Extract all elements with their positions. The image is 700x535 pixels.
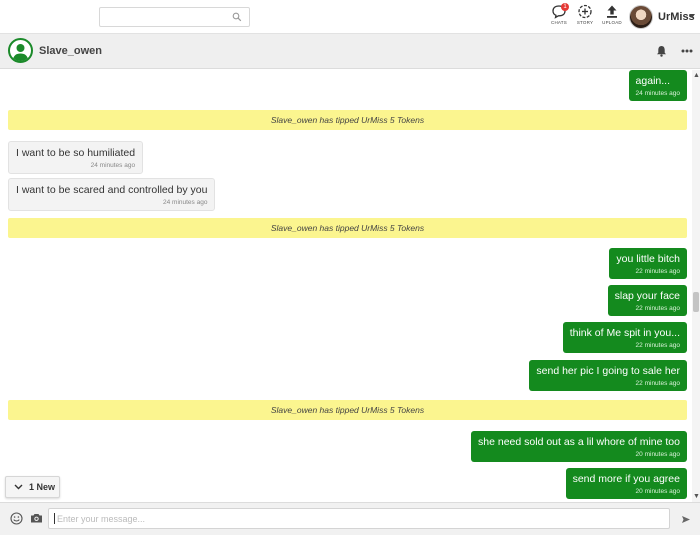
- search-input[interactable]: [100, 9, 225, 28]
- nav-upload-label: UPLOAD: [602, 20, 622, 25]
- message-outgoing[interactable]: slap your face 22 minutes ago: [607, 285, 687, 316]
- profile-menu-caret-icon[interactable]: [689, 14, 695, 18]
- more-options-icon[interactable]: [681, 49, 693, 53]
- message-outgoing[interactable]: send more if you agree 20 minutes ago: [565, 468, 687, 499]
- message-text: send her pic I going to sale her: [536, 365, 680, 377]
- message-time: 22 minutes ago: [635, 342, 680, 349]
- nav-chats-label: CHATS: [551, 20, 567, 25]
- message-time: 22 minutes ago: [635, 268, 680, 275]
- message-text: think of Me spit in you...: [569, 327, 680, 339]
- conversation-header: Slave_owen: [0, 34, 700, 69]
- top-nav-bar: 1 CHATS STORY UPLOAD UrMiss: [0, 0, 700, 34]
- bell-icon[interactable]: [656, 45, 667, 57]
- tip-notification: Slave_owen has tipped UrMiss 5 Tokens: [8, 400, 687, 420]
- scrollbar-thumb[interactable]: [693, 292, 699, 312]
- message-incoming[interactable]: I want to be so humiliated 24 minutes ag…: [8, 141, 144, 174]
- chevron-down-icon: [14, 484, 23, 490]
- message-text: you little bitch: [616, 253, 680, 265]
- message-text: again...: [635, 75, 670, 87]
- message-input[interactable]: [48, 508, 670, 529]
- send-icon[interactable]: [681, 515, 691, 524]
- message-text: she need sold out as a lil whore of mine…: [478, 436, 680, 448]
- message-text: send more if you agree: [572, 473, 680, 485]
- nav-story-label: STORY: [576, 20, 594, 25]
- message-text: slap your face: [614, 290, 680, 302]
- message-time: 20 minutes ago: [635, 451, 680, 458]
- new-messages-label: 1 New: [29, 482, 56, 492]
- scroll-up-icon[interactable]: ▲: [693, 72, 700, 79]
- message-time: 22 minutes ago: [635, 380, 680, 387]
- message-text: I want to be so humiliated: [16, 147, 136, 159]
- chats-unread-badge: 1: [561, 3, 569, 11]
- message-time: 24 minutes ago: [635, 90, 680, 97]
- message-outgoing[interactable]: again... 24 minutes ago: [628, 70, 687, 101]
- message-outgoing[interactable]: she need sold out as a lil whore of mine…: [471, 431, 687, 462]
- search-box[interactable]: [99, 7, 250, 28]
- message-time: 24 minutes ago: [163, 199, 208, 206]
- contact-name[interactable]: Slave_owen: [39, 45, 102, 57]
- story-add-icon: [578, 4, 592, 19]
- nav-chats[interactable]: 1 CHATS: [547, 3, 571, 30]
- message-time: 20 minutes ago: [635, 488, 680, 495]
- nav-story[interactable]: STORY: [573, 4, 597, 30]
- message-scrollbar[interactable]: ▲ ▼: [692, 70, 700, 502]
- new-messages-button[interactable]: 1 New: [5, 476, 60, 498]
- nav-upload[interactable]: UPLOAD: [600, 4, 624, 30]
- upload-icon: [607, 5, 617, 18]
- search-icon[interactable]: [232, 12, 242, 22]
- message-outgoing[interactable]: send her pic I going to sale her 22 minu…: [529, 360, 687, 391]
- text-cursor: [54, 513, 55, 524]
- camera-icon[interactable]: [30, 512, 43, 524]
- message-time: 24 minutes ago: [90, 162, 136, 169]
- message-outgoing[interactable]: think of Me spit in you... 22 minutes ag…: [562, 322, 687, 353]
- tip-notification: Slave_owen has tipped UrMiss 5 Tokens: [8, 218, 687, 238]
- message-incoming[interactable]: I want to be scared and controlled by yo…: [8, 178, 216, 211]
- emoji-icon[interactable]: [10, 512, 23, 525]
- profile-avatar[interactable]: [629, 5, 653, 29]
- message-time: 22 minutes ago: [635, 305, 680, 312]
- message-composer: [0, 502, 700, 535]
- message-text: I want to be scared and controlled by yo…: [16, 184, 208, 196]
- message-outgoing[interactable]: you little bitch 22 minutes ago: [609, 248, 687, 279]
- tip-notification: Slave_owen has tipped UrMiss 5 Tokens: [8, 110, 687, 130]
- scroll-down-icon[interactable]: ▼: [693, 493, 700, 500]
- default-user-icon: [12, 44, 29, 61]
- contact-avatar[interactable]: [8, 38, 33, 63]
- message-list[interactable]: again... 24 minutes ago Slave_owen has t…: [0, 70, 692, 502]
